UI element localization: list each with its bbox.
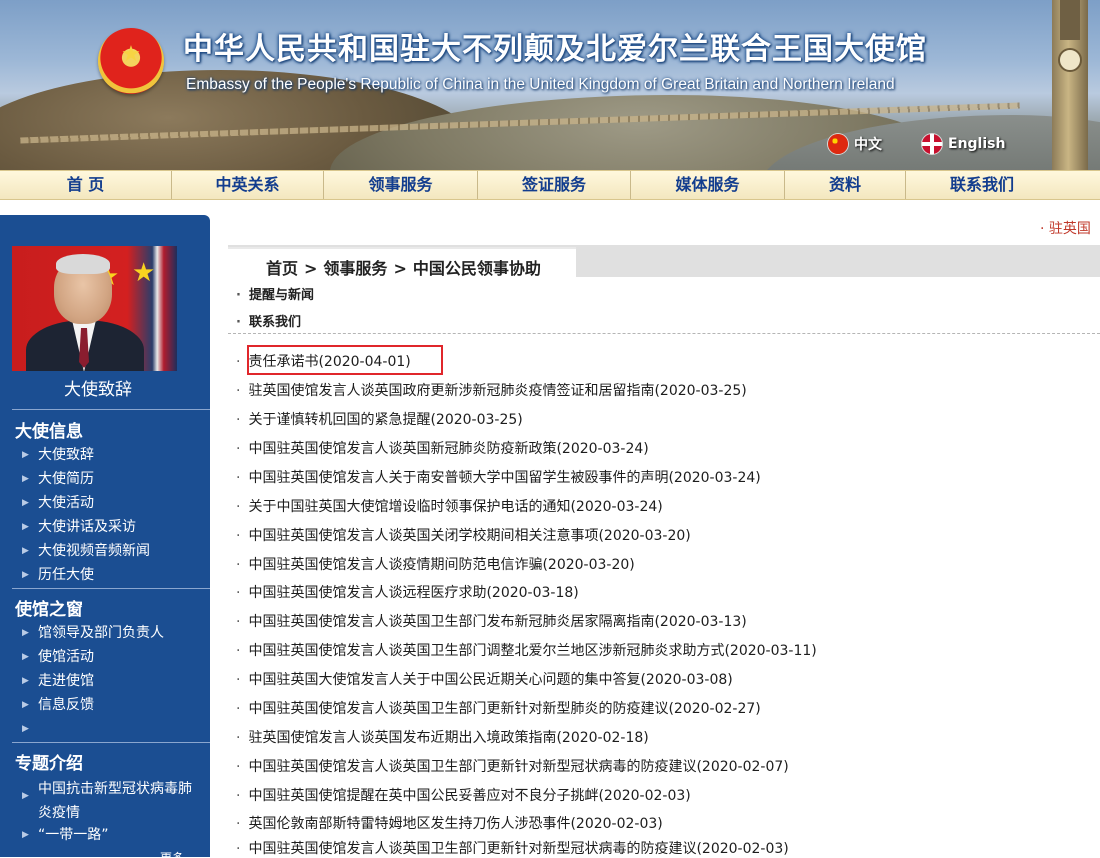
nav-media-services[interactable]: 媒体服务	[631, 171, 785, 199]
breadcrumb: 首页 > 领事服务 > 中国公民领事协助	[266, 255, 541, 279]
ambassador-portrait[interactable]: ★ ★	[12, 246, 177, 371]
triangle-right-icon: ▶	[22, 791, 29, 801]
news-item[interactable]: · 关于谨慎转机回国的紧急提醒(2020-03-25)	[236, 409, 523, 429]
news-item[interactable]: · 责任承诺书(2020-04-01)	[236, 351, 411, 371]
china-flag-icon	[828, 134, 848, 154]
news-item[interactable]: · 中国驻英国使馆发言人谈英国卫生部门发布新冠肺炎居家隔离指南(2020-03-1…	[236, 611, 747, 631]
language-chinese-label: 中文	[854, 137, 882, 153]
main-nav: 首 页 中英关系 领事服务 签证服务 媒体服务 资料 联系我们	[0, 170, 1100, 200]
news-item[interactable]: · 中国驻英国使馆发言人谈英国卫生部门更新针对新型肺炎的防疫建议(2020-02-…	[236, 698, 761, 718]
triangle-right-icon: ▶	[22, 474, 29, 484]
nav-consular-services[interactable]: 领事服务	[324, 171, 478, 199]
sub-link-contact-us[interactable]: · 联系我们	[236, 311, 301, 330]
sidebar-item[interactable]: ▶ 大使致辞	[22, 446, 207, 464]
nav-china-uk-relations[interactable]: 中英关系	[172, 171, 324, 199]
left-sidebar: ★ ★ 大使致辞 大使信息 ▶大使致辞 ▶大使简历 ▶大使活动 ▶大使讲话及采访…	[0, 215, 210, 857]
sidebar-item[interactable]: ▶ 大使讲话及采访	[22, 518, 207, 536]
nav-resources[interactable]: 资料	[785, 171, 906, 199]
sub-link-reminders-news[interactable]: · 提醒与新闻	[236, 284, 314, 303]
language-english-link[interactable]: English	[922, 134, 1005, 154]
breadcrumb-tab: 首页 > 领事服务 > 中国公民领事协助	[228, 247, 576, 279]
triangle-right-icon: ▶	[22, 570, 29, 580]
news-item[interactable]: · 关于中国驻英国大使馆增设临时领事保护电话的通知(2020-03-24)	[236, 496, 663, 516]
breadcrumb-separator: >	[304, 259, 318, 278]
triangle-right-icon: ▶	[22, 700, 29, 710]
breadcrumb-bar: 首页 > 领事服务 > 中国公民领事协助	[228, 245, 1100, 279]
triangle-right-icon: ▶	[22, 724, 29, 734]
triangle-right-icon: ▶	[22, 546, 29, 556]
news-item[interactable]: · 驻英国使馆发言人谈英国发布近期出入境政策指南(2020-02-18)	[236, 727, 649, 747]
triangle-right-icon: ▶	[22, 652, 29, 662]
sidebar-item[interactable]: ▶ 中国抗击新型冠状病毒肺炎疫情	[22, 777, 207, 825]
news-item[interactable]: · 中国驻英国使馆发言人谈英国关闭学校期间相关注意事项(2020-03-20)	[236, 525, 691, 545]
sidebar-item[interactable]: ▶ 使馆活动	[22, 648, 207, 666]
sidebar-item[interactable]: ▶ “一带一路”	[22, 826, 207, 844]
news-item[interactable]: · 中国驻英国使馆提醒在英中国公民妥善应对不良分子挑衅(2020-02-03)	[236, 785, 691, 805]
sidebar-item[interactable]: ▶ 大使简历	[22, 470, 207, 488]
triangle-right-icon: ▶	[22, 522, 29, 532]
sidebar-heading: 专题介绍	[15, 754, 83, 774]
sidebar-item[interactable]: ▶ 历任大使	[22, 566, 207, 584]
triangle-right-icon: ▶	[22, 628, 29, 638]
national-emblem-icon: ★	[98, 28, 164, 94]
breadcrumb-home[interactable]: 首页	[266, 259, 298, 278]
big-ben-decoration	[1052, 0, 1088, 170]
news-item[interactable]: · 驻英国使馆发言人谈英国政府更新涉新冠肺炎疫情签证和居留指南(2020-03-2…	[236, 380, 747, 400]
sidebar-heading: 使馆之窗	[15, 600, 83, 620]
nav-contact-us[interactable]: 联系我们	[906, 171, 1058, 199]
sidebar-item[interactable]: ▶ 大使视频音频新闻	[22, 542, 207, 560]
content-divider	[228, 333, 1100, 334]
news-item[interactable]: · 中国驻英国使馆发言人谈疫情期间防范电信诈骗(2020-03-20)	[236, 554, 635, 574]
news-item[interactable]: · 中国驻英国使馆发言人关于南安普顿大学中国留学生被殴事件的声明(2020-03-…	[236, 467, 761, 487]
news-item[interactable]: · 英国伦敦南部斯特雷特姆地区发生持刀伤人涉恐事件(2020-02-03)	[236, 813, 663, 833]
sidebar-item[interactable]: ▶	[22, 720, 207, 738]
uk-flag-icon	[922, 134, 942, 154]
site-title: 中华人民共和国驻大不列颠及北爱尔兰联合王国大使馆	[183, 32, 927, 67]
news-item[interactable]: · 中国驻英国大使馆发言人关于中国公民近期关心问题的集中答复(2020-03-08…	[236, 669, 733, 689]
breadcrumb-current[interactable]: 中国公民领事协助	[413, 259, 541, 278]
breadcrumb-consular[interactable]: 领事服务	[323, 259, 387, 278]
site-subtitle: Embassy of the People's Republic of Chin…	[186, 76, 895, 93]
language-chinese-link[interactable]: 中文	[828, 134, 882, 154]
triangle-right-icon: ▶	[22, 830, 29, 840]
nav-home[interactable]: 首 页	[0, 171, 172, 199]
news-item[interactable]: · 中国驻英国使馆发言人谈英国卫生部门更新针对新型冠状病毒的防疫建议(2020-0…	[236, 756, 789, 776]
sidebar-divider	[12, 409, 210, 410]
sidebar-divider	[12, 742, 210, 743]
sidebar-item[interactable]: ▶ 馆领导及部门负责人	[22, 624, 207, 642]
triangle-right-icon: ▶	[22, 498, 29, 508]
sidebar-item[interactable]: ▶ 走进使馆	[22, 672, 207, 690]
news-item[interactable]: · 中国驻英国使馆发言人谈英国卫生部门调整北爱尔兰地区涉新冠肺炎求助方式(2020…	[236, 640, 817, 660]
sidebar-item[interactable]: ▶ 大使活动	[22, 494, 207, 512]
language-english-label: English	[948, 136, 1006, 152]
sidebar-more-link[interactable]: 更多	[160, 849, 184, 857]
triangle-right-icon: ▶	[22, 676, 29, 686]
triangle-right-icon: ▶	[22, 450, 29, 460]
news-item[interactable]: · 中国驻英国使馆发言人谈英国新冠肺炎防疫新政策(2020-03-24)	[236, 438, 649, 458]
sidebar-heading: 大使信息	[15, 422, 83, 442]
portrait-caption[interactable]: 大使致辞	[0, 375, 196, 400]
news-item[interactable]: · 中国驻英国使馆发言人谈远程医疗求助(2020-03-18)	[236, 582, 579, 602]
nav-visa-services[interactable]: 签证服务	[478, 171, 631, 199]
site-banner: ★ 中华人民共和国驻大不列颠及北爱尔兰联合王国大使馆 Embassy of th…	[0, 0, 1100, 170]
news-item[interactable]: · 中国驻英国使馆发言人谈英国卫生部门更新针对新型冠状病毒的防疫建议(2020-0…	[236, 838, 789, 858]
news-ticker[interactable]: · 驻英国	[1040, 218, 1091, 238]
sidebar-item[interactable]: ▶ 信息反馈	[22, 696, 207, 714]
sidebar-divider	[12, 588, 210, 589]
breadcrumb-separator: >	[393, 259, 407, 278]
